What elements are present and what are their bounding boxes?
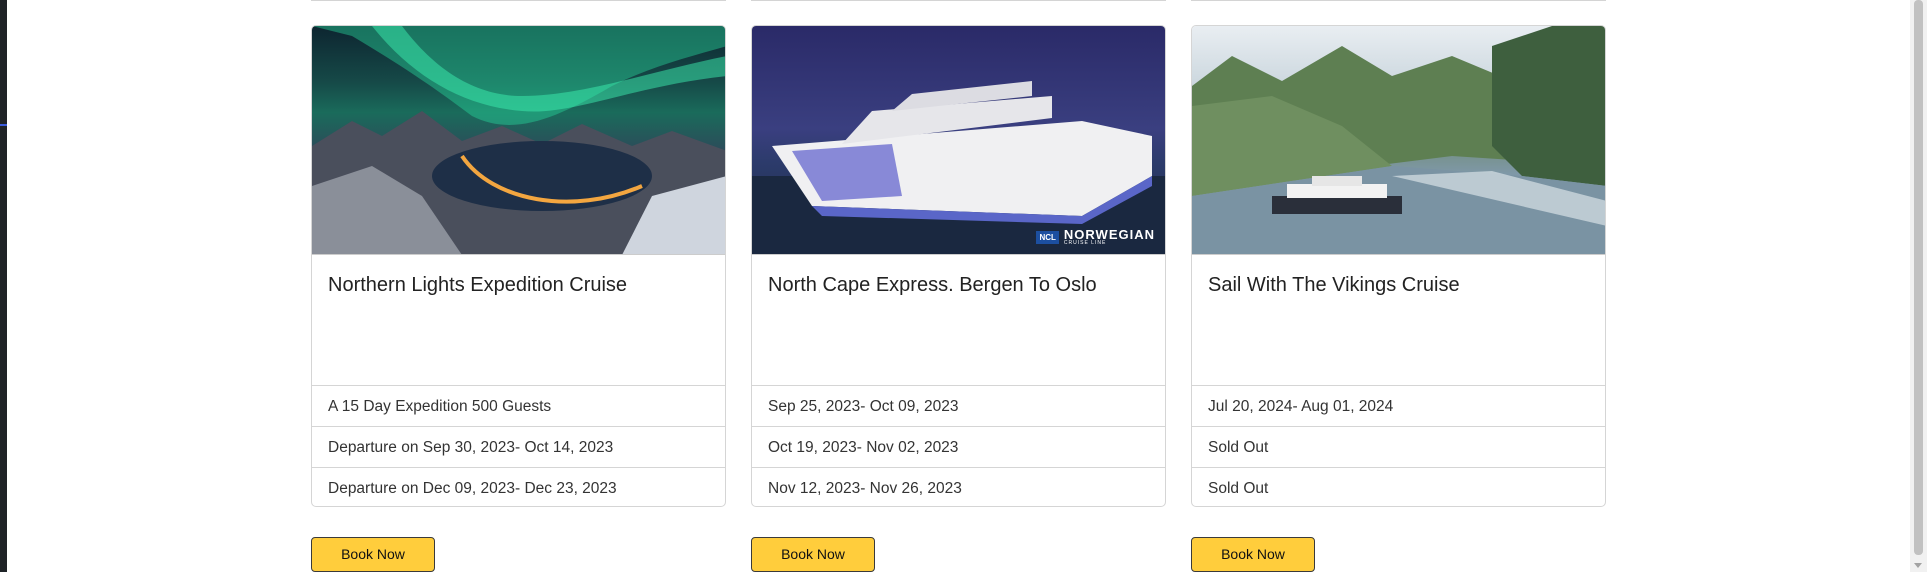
- card-details-list: Jul 20, 2024- Aug 01, 2024 Sold Out Sold…: [1192, 385, 1605, 506]
- list-item: Nov 12, 2023- Nov 26, 2023: [768, 480, 962, 497]
- card-title[interactable]: Northern Lights Expedition Cruise: [328, 273, 709, 297]
- scrollbar-thumb[interactable]: [1914, 0, 1923, 555]
- norwegian-cruise-line-logo: NCL NORWEGIAN CRUISE LINE: [1036, 228, 1155, 246]
- vertical-scrollbar[interactable]: [1910, 0, 1927, 572]
- list-item: Departure on Dec 09, 2023- Dec 23, 2023: [328, 480, 617, 497]
- scroll-down-arrow-icon[interactable]: [1914, 563, 1922, 568]
- card-body: North Cape Express. Bergen To Oslo: [752, 255, 1165, 385]
- card-title[interactable]: Sail With The Vikings Cruise: [1208, 273, 1589, 297]
- list-item: Sep 25, 2023- Oct 09, 2023: [752, 386, 1165, 427]
- book-now-button[interactable]: Book Now: [1191, 537, 1315, 572]
- card-title[interactable]: North Cape Express. Bergen To Oslo: [768, 273, 1149, 297]
- list-item: Sold Out: [1192, 427, 1605, 468]
- card-details-list: Sep 25, 2023- Oct 09, 2023 Oct 19, 2023-…: [752, 385, 1165, 506]
- book-now-button[interactable]: Book Now: [311, 537, 435, 572]
- edge-marker: [0, 124, 7, 126]
- cruise-card-north-cape: NCL NORWEGIAN CRUISE LINE North Cape Exp…: [751, 25, 1166, 507]
- list-item: Jul 20, 2024- Aug 01, 2024: [1192, 386, 1605, 427]
- ncl-badge: NCL: [1036, 230, 1059, 244]
- cruise-card-northern-lights: Northern Lights Expedition Cruise A 15 D…: [311, 25, 726, 507]
- card-details-list: A 15 Day Expedition 500 Guests Departure…: [312, 385, 725, 506]
- previous-card-bottom: [1191, 0, 1606, 1]
- previous-card-bottom: [311, 0, 726, 1]
- card-body: Northern Lights Expedition Cruise: [312, 255, 725, 385]
- logo-subtext: CRUISE LINE: [1063, 240, 1107, 246]
- aurora-over-fjord-image[interactable]: [312, 26, 725, 255]
- previous-card-bottom: [751, 0, 1166, 1]
- list-item: Sold Out: [1208, 480, 1269, 497]
- window-left-edge: [0, 0, 7, 572]
- list-item: A 15 Day Expedition 500 Guests: [312, 386, 725, 427]
- list-item: Oct 19, 2023- Nov 02, 2023: [752, 427, 1165, 468]
- fjord-ship-image[interactable]: [1192, 26, 1605, 255]
- book-now-button[interactable]: Book Now: [751, 537, 875, 572]
- cruise-card-vikings: Sail With The Vikings Cruise Jul 20, 202…: [1191, 25, 1606, 507]
- list-item: Departure on Sep 30, 2023- Oct 14, 2023: [312, 427, 725, 468]
- cruise-ship-image[interactable]: NCL NORWEGIAN CRUISE LINE: [752, 26, 1165, 255]
- card-body: Sail With The Vikings Cruise: [1192, 255, 1605, 385]
